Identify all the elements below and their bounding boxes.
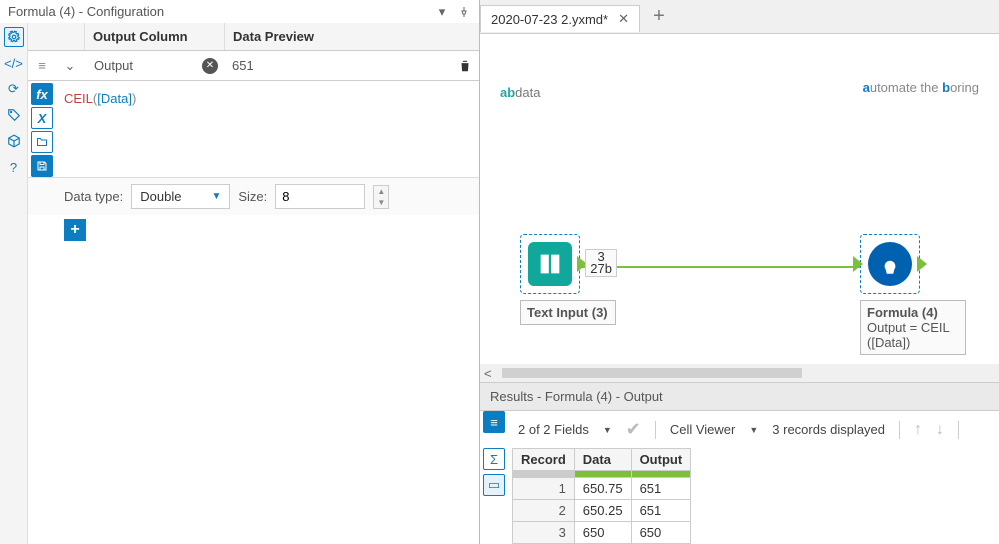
horizontal-scrollbar[interactable]: < <box>480 364 999 382</box>
pin-icon[interactable] <box>457 5 471 19</box>
data-preview-value: 651 <box>224 54 451 77</box>
node-label: Formula (4) Output = CEIL ([Data]) <box>860 300 966 355</box>
close-icon[interactable]: ✕ <box>618 11 629 27</box>
xml-icon[interactable]: </> <box>4 53 24 73</box>
record-badge: 3 27b <box>585 249 617 277</box>
collapse-icon[interactable]: ▾ <box>435 5 449 19</box>
tag-icon[interactable] <box>4 105 24 125</box>
fields-count[interactable]: 2 of 2 Fields <box>518 422 589 437</box>
tab-workflow[interactable]: 2020-07-23 2.yxmd* ✕ <box>480 5 640 32</box>
config-title: Formula (4) - Configuration <box>8 4 164 19</box>
clear-icon[interactable]: ✕ <box>202 58 218 74</box>
workflow-canvas[interactable]: abdata automate the boring 3 27b Text In… <box>480 34 999 364</box>
logo: abdata <box>500 64 540 106</box>
text-input-tool-icon <box>528 242 572 286</box>
refresh-icon[interactable]: ⟳ <box>4 79 24 99</box>
records-displayed: 3 records displayed <box>772 422 885 437</box>
arrow-up-icon[interactable]: ↑ <box>914 421 922 439</box>
results-view-list-icon[interactable]: ≡ <box>483 411 505 433</box>
fx-icon[interactable]: fx <box>31 83 53 105</box>
help-icon[interactable]: ? <box>4 157 24 177</box>
config-icon-rail: </> ⟳ ? <box>0 23 28 544</box>
x-column-icon[interactable]: X <box>31 107 53 129</box>
size-label: Size: <box>238 189 267 204</box>
output-anchor[interactable] <box>917 256 927 272</box>
size-stepper[interactable]: ▲▼ <box>373 185 389 209</box>
data-type-label: Data type: <box>64 189 123 204</box>
node-text-input[interactable]: 3 27b Text Input (3) <box>520 234 616 325</box>
save-icon[interactable] <box>31 155 53 177</box>
col-output: Output Column <box>84 23 224 50</box>
table-row[interactable]: 1650.75651 <box>513 478 691 500</box>
chevron-down-icon[interactable]: ⌄ <box>56 58 84 74</box>
results-table: Record Data Output 1650.75651 2650.25651… <box>512 448 691 544</box>
check-icon[interactable]: ✔ <box>626 419 641 440</box>
output-name-input[interactable] <box>90 55 218 76</box>
results-table-icon[interactable]: ▭ <box>483 474 505 496</box>
slogan: automate the boring <box>863 72 979 98</box>
col-output[interactable]: Output <box>631 449 691 471</box>
add-expression-button[interactable]: + <box>64 219 86 241</box>
row-grip-icon[interactable]: ≡ <box>28 58 56 73</box>
chevron-down-icon[interactable]: ▼ <box>603 425 612 435</box>
table-row[interactable]: 3650650 <box>513 522 691 544</box>
input-anchor[interactable] <box>853 256 863 272</box>
new-tab-button[interactable]: + <box>646 4 672 30</box>
table-row[interactable]: 2650.25651 <box>513 500 691 522</box>
formula-tool-icon <box>868 242 912 286</box>
configuration-panel: Formula (4) - Configuration ▾ </> ⟳ ? Ou… <box>0 0 480 544</box>
cell-viewer-label[interactable]: Cell Viewer <box>670 422 736 437</box>
col-data[interactable]: Data <box>574 449 631 471</box>
arrow-down-icon[interactable]: ↓ <box>936 421 944 439</box>
data-type-dropdown[interactable]: Double▼ <box>131 184 230 209</box>
results-title: Results - Formula (4) - Output <box>480 382 999 411</box>
trash-icon[interactable] <box>451 59 479 73</box>
expression-editor[interactable]: CEIL([Data]) <box>56 81 479 177</box>
results-sigma-icon[interactable]: Σ <box>483 448 505 470</box>
folder-icon[interactable] <box>31 131 53 153</box>
size-input[interactable] <box>275 184 365 209</box>
chevron-down-icon[interactable]: ▼ <box>749 425 758 435</box>
col-record[interactable]: Record <box>513 449 575 471</box>
node-label: Text Input (3) <box>520 300 616 325</box>
cube-icon[interactable] <box>4 131 24 151</box>
gear-icon[interactable] <box>4 27 24 47</box>
node-formula[interactable]: Formula (4) Output = CEIL ([Data]) <box>860 234 966 355</box>
col-preview: Data Preview <box>224 23 451 50</box>
workflow-tabs: 2020-07-23 2.yxmd* ✕ + <box>480 0 999 34</box>
connector <box>580 266 870 268</box>
